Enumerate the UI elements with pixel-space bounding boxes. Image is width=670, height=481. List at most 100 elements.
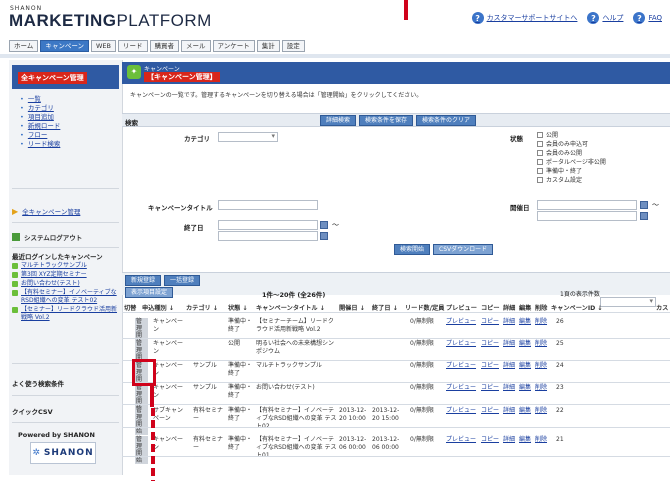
status-checkbox[interactable]: 公開 [537,130,606,139]
sidebar-item-all-campaign[interactable]: ▶ 全キャンペーン管理 [12,203,119,219]
tab-mail[interactable]: メール [181,40,211,52]
col-type[interactable]: 申込種別 ↓ [142,303,174,312]
recent-campaign-item[interactable]: マルチトラックサンプル [12,262,120,270]
save-search-button[interactable]: 検索条件を保存 [359,115,414,126]
tab-report[interactable]: 集計 [256,40,280,52]
preview-link[interactable]: プレビュー [446,407,476,415]
calendar-icon[interactable] [640,212,648,220]
per-page-select[interactable] [600,297,656,307]
preview-link[interactable]: プレビュー [446,436,476,444]
sidebar-item-new-load[interactable]: 新規ロード [20,122,61,131]
status-checkbox[interactable]: 準備中・終了 [537,166,606,175]
edit-link[interactable]: 編集 [519,362,531,370]
preview-link[interactable]: プレビュー [446,318,476,326]
edit-link[interactable]: 編集 [519,384,531,392]
detail-link[interactable]: 詳細 [503,362,515,370]
start-date-label: 開催日 [510,204,530,212]
delete-link[interactable]: 削除 [535,362,547,370]
copy-link[interactable]: コピー [481,384,499,392]
recent-campaign-item[interactable]: 第3回 XYZ定期セミナー [12,271,120,279]
sidebar-item-logout[interactable]: システムログアウト [12,229,119,245]
preview-link[interactable]: プレビュー [446,340,476,348]
edit-link[interactable]: 編集 [519,407,531,415]
edit-link[interactable]: 編集 [519,318,531,326]
preview-link[interactable]: プレビュー [446,384,476,392]
detail-link[interactable]: 詳細 [503,384,515,392]
delete-link[interactable]: 削除 [535,340,547,348]
edit-link[interactable]: 編集 [519,436,531,444]
sidebar-item-add-field[interactable]: 項目追加 [20,113,60,122]
delete-link[interactable]: 削除 [535,318,547,326]
clear-search-button[interactable]: 検索条件のクリア [416,115,477,126]
manage-start-button[interactable]: 管理開始 [135,407,148,435]
copy-link[interactable]: コピー [481,318,499,326]
start-date-from-input[interactable] [537,200,637,210]
faq-link[interactable]: ? FAQ [633,12,662,24]
copy-link[interactable]: コピー [481,407,499,415]
status-checkbox[interactable]: カスタム設定 [537,175,606,184]
detail-link[interactable]: 詳細 [503,340,515,348]
status-checkbox[interactable]: 会員のみ申込可 [537,139,606,148]
status-checkbox[interactable]: ポータルページ非公開 [537,157,606,166]
row-category: 有料セミナー [193,436,224,451]
delete-link[interactable]: 削除 [535,384,547,392]
col-category[interactable]: カテゴリ ↓ [186,303,218,312]
saved-search-link[interactable]: よく使う検索条件 [12,378,64,388]
help-link[interactable]: ? ヘルプ [587,12,623,24]
recent-campaign-item[interactable]: 【セミナー】リードクラウド活用新戦略 Vol.2 [12,306,120,322]
col-title[interactable]: キャンペーンタイトル ↓ [256,303,325,312]
recent-campaign-item[interactable]: 【有料セミナー】イノベーティブなRSD組織への変革 テスト02 [12,289,120,305]
tab-web[interactable]: WEB [91,40,116,52]
col-start[interactable]: 開催日 ↓ [339,303,365,312]
copy-link[interactable]: コピー [481,436,499,444]
manage-start-button[interactable]: 管理開始 [135,436,148,464]
calendar-icon[interactable] [320,221,328,229]
bulk-register-button[interactable]: 一括登録 [164,275,201,286]
row-status: 準備中・終了 [228,384,253,399]
recent-campaign-item[interactable]: お問い合わせ(テスト) [12,280,120,288]
sidebar-item-lead-search[interactable]: リード検索 [20,140,61,149]
col-end[interactable]: 終了日 ↓ [372,303,398,312]
preview-link[interactable]: プレビュー [446,362,476,370]
new-register-button[interactable]: 新規登録 [125,275,162,286]
tab-purchaser[interactable]: 購買者 [149,40,179,52]
tab-lead[interactable]: リード [118,40,148,52]
advanced-search-button[interactable]: 詳細検索 [320,115,357,126]
copy-link[interactable]: コピー [481,340,499,348]
detail-link[interactable]: 詳細 [503,318,515,326]
sidebar-item-category[interactable]: カテゴリ [20,104,60,113]
row-divider [122,360,670,361]
col-campaign-id[interactable]: キャンペーンID ↓ [551,303,603,312]
tab-survey[interactable]: アンケート [212,40,255,52]
csv-download-button[interactable]: CSVダウンロード [433,244,494,255]
calendar-icon[interactable] [640,201,648,209]
tab-settings[interactable]: 設定 [281,40,305,52]
tab-campaign[interactable]: キャンペーン [40,40,89,52]
detail-link[interactable]: 詳細 [503,407,515,415]
campaign-title-input[interactable] [218,200,318,210]
copy-link[interactable]: コピー [481,362,499,370]
display-setting-button[interactable]: 表示項目設定 [125,287,174,298]
sidebar-item-flow[interactable]: フロー [20,131,60,140]
end-date-to-input[interactable] [218,231,318,241]
tab-home[interactable]: ホーム [9,40,39,52]
start-date-to-input[interactable] [537,211,637,221]
sidebar-item-list[interactable]: 一覧 [20,95,60,104]
customer-support-link[interactable]: ? カスタマーサポートサイトへ [471,12,577,24]
col-status[interactable]: 状態 ↓ [228,303,248,312]
edit-link[interactable]: 編集 [519,340,531,348]
delete-link[interactable]: 削除 [535,407,547,415]
status-checkbox[interactable]: 会員のみ公開 [537,148,606,157]
row-type: キャンペーン [153,340,184,355]
end-date-from-input[interactable] [218,220,318,230]
powered-by: Powered by SHANON [18,431,95,439]
detail-link[interactable]: 詳細 [503,436,515,444]
row-status: 準備中・終了 [228,436,253,451]
search-start-button[interactable]: 検索開始 [394,244,431,255]
category-select[interactable] [218,132,278,142]
quick-csv-link[interactable]: クイックCSV [12,406,53,416]
row-divider [122,427,670,428]
row-end-date: 2013-12-06 00:00 [372,436,400,451]
calendar-icon[interactable] [320,232,328,240]
delete-link[interactable]: 削除 [535,436,547,444]
